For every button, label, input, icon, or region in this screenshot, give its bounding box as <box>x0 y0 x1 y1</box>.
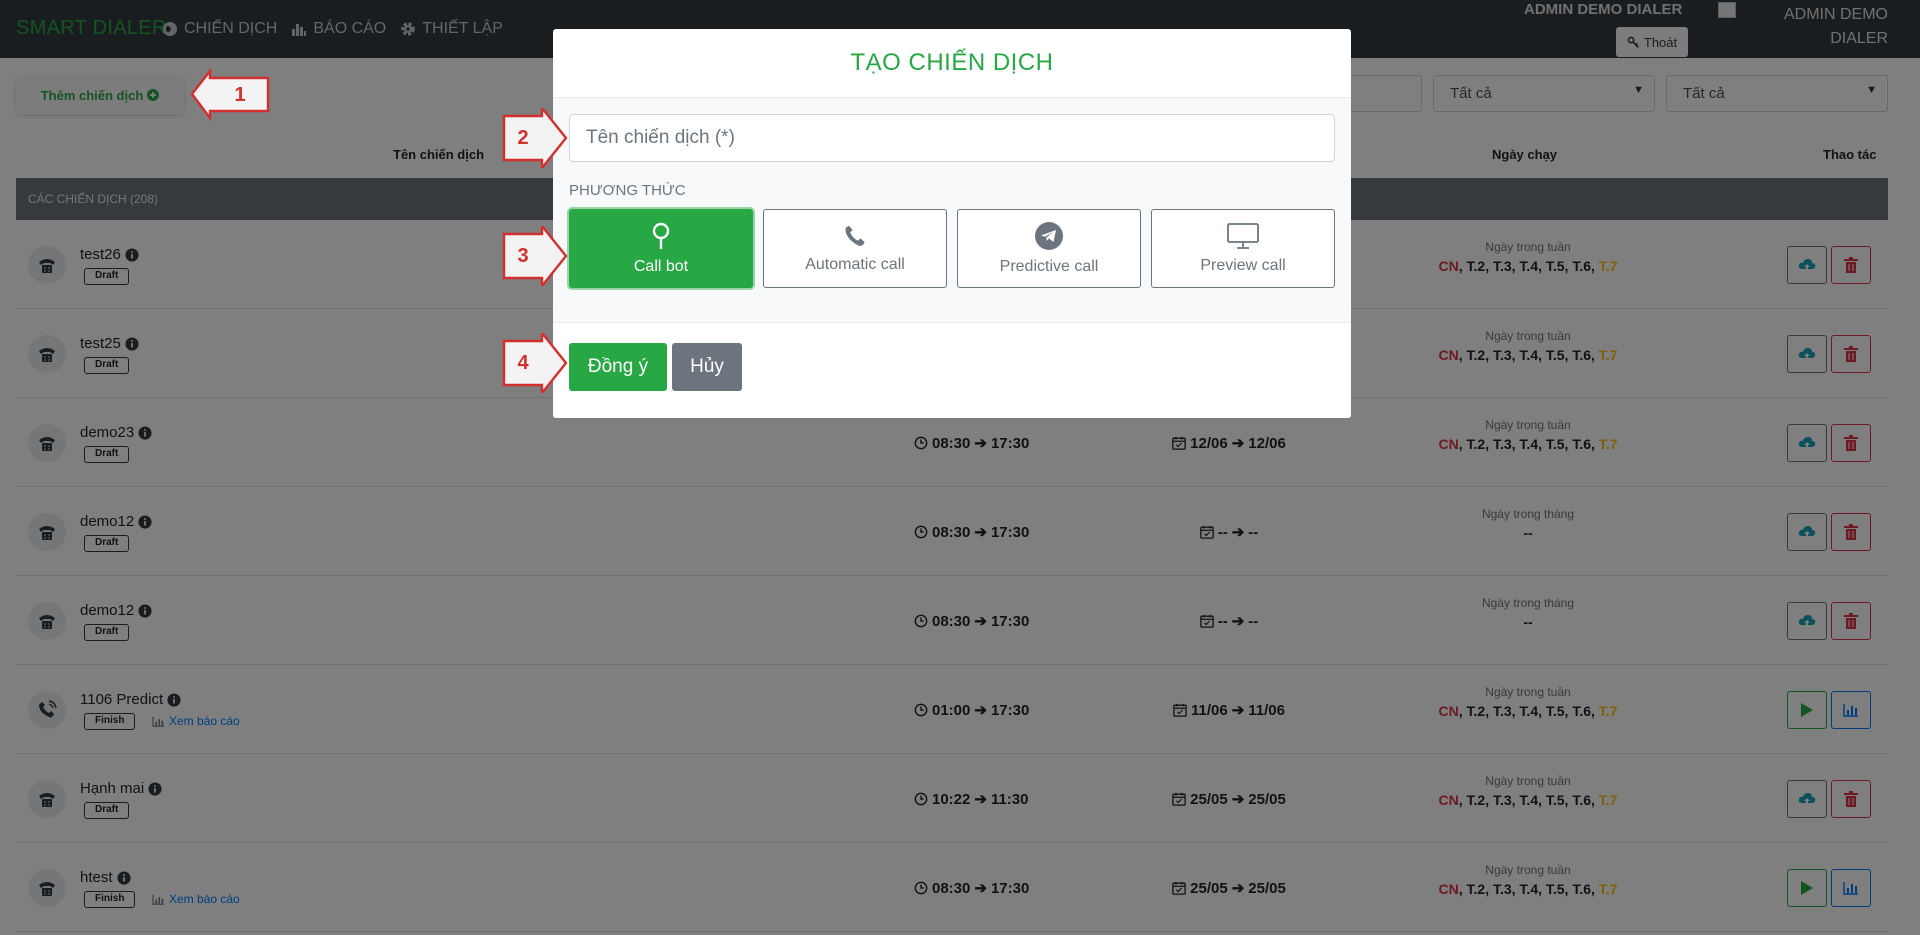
map-pin-icon <box>652 222 670 249</box>
modal-footer: Đồng ý Hủy <box>553 323 1351 418</box>
telegram-icon <box>1035 221 1063 250</box>
modal-title: TẠO CHIẾN DỊCH <box>553 29 1351 98</box>
monitor-icon <box>1227 222 1259 249</box>
callout-step-3: 3 <box>502 226 602 286</box>
method-predictive-call[interactable]: Predictive call <box>957 209 1141 288</box>
method-label-text: Predictive call <box>999 257 1099 275</box>
callout-step-4: 4 <box>502 333 602 393</box>
phone-icon <box>845 225 865 246</box>
method-label-text: Call bot <box>633 257 689 275</box>
modal-body: PHƯƠNG THỨC Call bot Automatic call Pred… <box>553 98 1351 323</box>
callout-number: 4 <box>517 351 529 374</box>
method-automatic-call[interactable]: Automatic call <box>763 209 947 288</box>
callout-number: 3 <box>517 244 529 267</box>
callout-number: 1 <box>234 83 246 106</box>
cancel-button[interactable]: Hủy <box>672 343 742 391</box>
callout-step-1: 1 <box>188 67 288 122</box>
method-label-text: Preview call <box>1200 256 1286 274</box>
method-preview-call[interactable]: Preview call <box>1151 209 1335 288</box>
callout-step-2: 2 <box>502 108 602 168</box>
method-label: PHƯƠNG THỨC <box>569 182 686 199</box>
method-label-text: Automatic call <box>805 255 905 273</box>
create-campaign-modal: TẠO CHIẾN DỊCH PHƯƠNG THỨC Call bot Auto… <box>553 29 1351 418</box>
callout-number: 2 <box>517 126 529 149</box>
campaign-name-input[interactable] <box>569 114 1335 162</box>
